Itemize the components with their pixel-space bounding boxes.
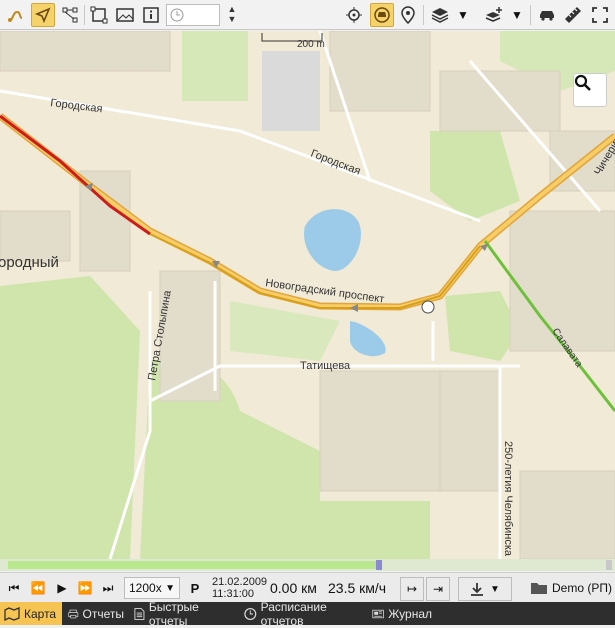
map-icon [4,606,20,621]
layers-dropdown[interactable]: ▼ [456,4,470,26]
tab-journal[interactable]: Журнал [368,602,436,625]
tab-reports[interactable]: Отчеты [64,602,128,625]
timeline-marker[interactable] [376,560,382,570]
parking-button[interactable]: P [186,577,204,599]
clock-icon [244,607,257,620]
bottom-tabs: Карта Отчеты Быстрые отчеты Расписание о… [0,600,615,628]
map-view[interactable]: 200 m Городская Городская ородный Новогр… [0,31,615,559]
toolbar: ▲ ▼ ▼ ▼ [0,0,615,30]
time-label: 11:31:00 [212,588,255,600]
map-search-button[interactable] [573,73,607,107]
district-label: ородный [0,254,59,271]
tab-quick-reports[interactable]: Быстрые отчеты [130,600,236,628]
timeline-track[interactable] [0,559,615,571]
timeline-end [606,560,612,570]
date-label: 21.02.2009 [212,576,268,588]
skip-end-button[interactable]: ⏭ [98,577,118,599]
road-label: Татищева [300,360,351,372]
time-input[interactable] [166,4,220,26]
search-icon [574,74,591,91]
download-button[interactable]: ▼ [458,577,512,601]
speed-label: 23.5 км/ч [328,580,387,596]
folder-icon [531,583,547,594]
industrial-area [262,51,320,131]
account-button[interactable]: Demo (РП) [530,577,612,599]
time-spinner[interactable]: ▲ ▼ [222,4,242,26]
player-bar: ⏮ ⏪ ▶ ⏩ ⏭ 1200x ▼ P 21.02.2009 11:31:00 0… [0,572,615,602]
park-area [0,276,140,559]
tab-map[interactable]: Карта [0,602,62,625]
park-area [182,31,248,101]
route-icon[interactable] [4,3,28,27]
scale-label: 200 m [297,39,325,50]
car-marker-icon[interactable] [370,3,394,27]
fast-forward-button[interactable]: ⏩ [75,577,95,599]
add-layer-dropdown[interactable]: ▼ [510,4,524,26]
pin-icon[interactable] [396,3,420,27]
target-icon[interactable] [342,3,366,27]
navigate-icon[interactable] [31,3,55,27]
map-canvas: 200 m Городская Городская ородный Новогр… [0,31,615,559]
distance-label: 0.00 км [270,580,317,596]
layers-icon[interactable] [428,3,452,27]
ruler-icon[interactable] [561,3,585,27]
branch-icon[interactable] [58,3,82,27]
step-end-button[interactable]: ⇥ [426,577,450,601]
add-layer-icon[interactable] [482,3,506,27]
vehicle-marker [421,300,435,314]
printer-icon [68,609,79,618]
journal-icon [372,609,384,618]
info-icon[interactable] [139,3,163,27]
speed-select[interactable]: 1200x ▼ [124,577,180,599]
timeline-progress [8,561,379,569]
document-icon [134,607,145,620]
tab-report-schedule[interactable]: Расписание отчетов [240,600,366,628]
picture-icon[interactable] [113,3,137,27]
fullscreen-icon[interactable] [588,3,612,27]
select-area-icon[interactable] [87,3,111,27]
datetime: 21.02.2009 11:31:00 [212,576,267,600]
step-forward-button[interactable]: ↦ [400,577,424,601]
rewind-button[interactable]: ⏪ [28,577,48,599]
road-label: 250-летия Челябинска [502,441,514,557]
vehicle-icon[interactable] [535,3,559,27]
play-button[interactable]: ▶ [52,577,72,599]
clock-icon [170,8,184,22]
download-icon [471,583,484,596]
skip-start-button[interactable]: ⏮ [4,577,24,599]
